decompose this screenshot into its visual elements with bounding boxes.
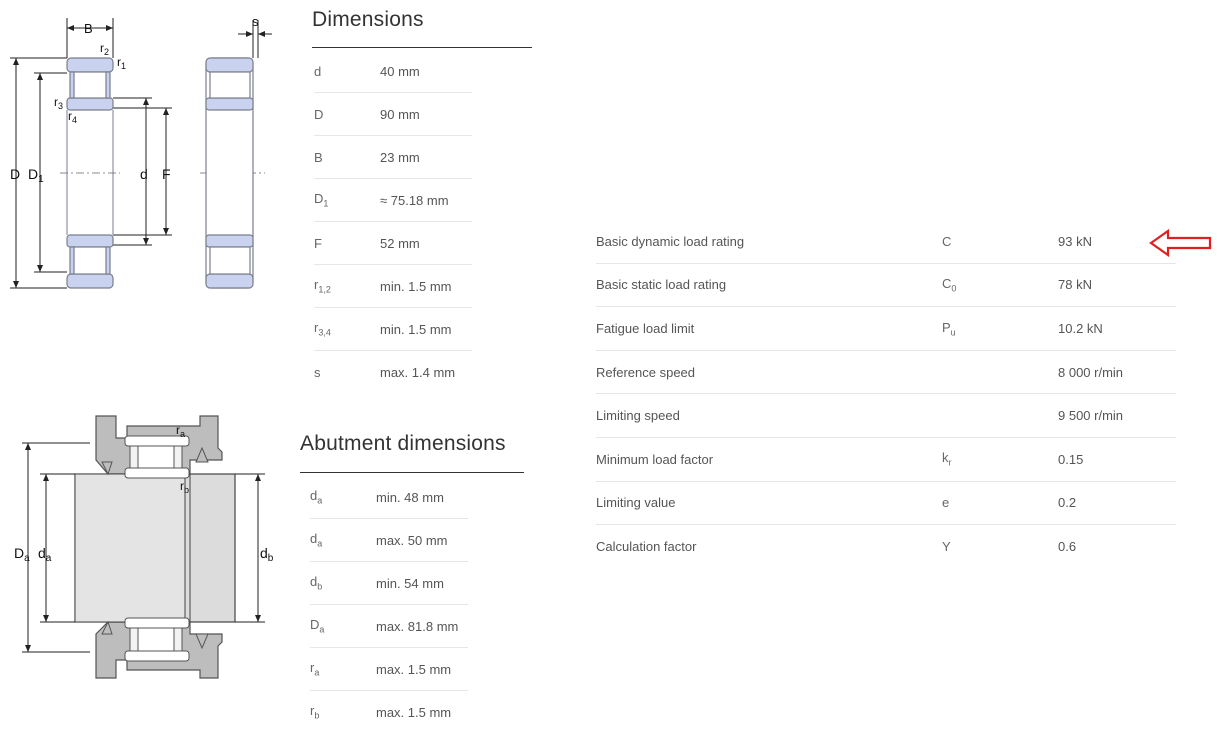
rating-value: 9 500 r/min: [1058, 394, 1176, 438]
rating-symbol: C0: [942, 263, 1058, 307]
label-r4: r4: [68, 109, 77, 125]
rating-symbol: [942, 394, 1058, 438]
rating-value: 8 000 r/min: [1058, 350, 1176, 394]
rating-name: Calculation factor: [596, 525, 942, 568]
rating-value: 10.2 kN: [1058, 307, 1176, 351]
table-row: rbmax. 1.5 mm: [310, 691, 468, 733]
dimension-symbol: db: [310, 562, 376, 605]
table-row: Basic static load ratingC078 kN: [596, 263, 1176, 307]
rating-value: 78 kN: [1058, 263, 1176, 307]
dimension-value: min. 54 mm: [376, 562, 468, 605]
rating-name: Limiting speed: [596, 394, 942, 438]
table-row: Reference speed 8 000 r/min: [596, 350, 1176, 394]
abutment-title: Abutment dimensions: [300, 432, 506, 456]
dimension-value: min. 1.5 mm: [380, 308, 472, 351]
dimension-symbol: rb: [310, 691, 376, 733]
label-D: D: [10, 166, 20, 182]
label-B: B: [84, 21, 93, 36]
dimension-value: min. 48 mm: [376, 476, 468, 519]
dimension-value: 23 mm: [380, 136, 472, 179]
table-row: Limiting valuee0.2: [596, 481, 1176, 525]
dimension-symbol: da: [310, 476, 376, 519]
dimension-value: max. 1.5 mm: [376, 691, 468, 733]
rating-symbol: Y: [942, 525, 1058, 568]
dimension-symbol: r3,4: [314, 308, 380, 351]
table-row: Damax. 81.8 mm: [310, 605, 468, 648]
dimension-symbol: B: [314, 136, 380, 179]
dimension-value: 52 mm: [380, 222, 472, 265]
table-row: Fatigue load limitPu10.2 kN: [596, 307, 1176, 351]
dimension-symbol: ra: [310, 648, 376, 691]
label-r2: r2: [100, 41, 109, 57]
dimension-symbol: Da: [310, 605, 376, 648]
rating-symbol: Pu: [942, 307, 1058, 351]
rating-name: Minimum load factor: [596, 437, 942, 481]
dimensions-title-rule: [312, 47, 532, 48]
rating-symbol: e: [942, 481, 1058, 525]
dimension-symbol: D: [314, 93, 380, 136]
table-row: D1≈ 75.18 mm: [314, 179, 472, 222]
dimension-value: max. 1.4 mm: [380, 351, 472, 394]
rating-symbol: kr: [942, 437, 1058, 481]
label-D1: D1: [28, 166, 44, 185]
rating-value: 0.6: [1058, 525, 1176, 568]
rating-symbol: [942, 350, 1058, 394]
dimension-symbol: r1,2: [314, 265, 380, 308]
table-row: damin. 48 mm: [310, 476, 468, 519]
label-da: da: [38, 545, 52, 564]
dimension-value: 90 mm: [380, 93, 472, 136]
dimension-symbol: da: [310, 519, 376, 562]
red-outline-arrow-left-icon: [1148, 228, 1214, 258]
dimensions-table: d40 mmD90 mmB23 mmD1≈ 75.18 mmF52 mmr1,2…: [314, 50, 472, 393]
rating-value: 0.2: [1058, 481, 1176, 525]
load-ratings-table: Basic dynamic load ratingC93 kNBasic sta…: [596, 220, 1176, 568]
dimensions-title: Dimensions: [312, 8, 424, 32]
label-s: s: [252, 14, 259, 29]
table-row: F52 mm: [314, 222, 472, 265]
abutment-drawing: ra rb Da da db: [0, 408, 300, 698]
abutment-title-rule: [300, 472, 524, 473]
table-row: smax. 1.4 mm: [314, 351, 472, 394]
label-F: F: [162, 166, 171, 182]
bearing-cross-section-drawing: B s r2 r1 r3 r4 D D1 d F: [0, 0, 300, 300]
dimension-symbol: F: [314, 222, 380, 265]
dimension-value: min. 1.5 mm: [380, 265, 472, 308]
table-row: D90 mm: [314, 93, 472, 136]
rating-name: Basic dynamic load rating: [596, 220, 942, 263]
dimension-symbol: D1: [314, 179, 380, 222]
dimension-symbol: d: [314, 50, 380, 93]
dimension-value: ≈ 75.18 mm: [380, 179, 472, 222]
dimension-value: max. 50 mm: [376, 519, 468, 562]
table-row: B23 mm: [314, 136, 472, 179]
dimension-symbol: s: [314, 351, 380, 394]
table-row: d40 mm: [314, 50, 472, 93]
dimension-value: 40 mm: [380, 50, 472, 93]
table-row: damax. 50 mm: [310, 519, 468, 562]
dimension-value: max. 81.8 mm: [376, 605, 468, 648]
table-row: r3,4min. 1.5 mm: [314, 308, 472, 351]
rating-symbol: C: [942, 220, 1058, 263]
label-db: db: [260, 545, 274, 564]
table-row: ramax. 1.5 mm: [310, 648, 468, 691]
rating-name: Basic static load rating: [596, 263, 942, 307]
table-row: Basic dynamic load ratingC93 kN: [596, 220, 1176, 263]
table-row: Limiting speed 9 500 r/min: [596, 394, 1176, 438]
rating-value: 0.15: [1058, 437, 1176, 481]
table-row: Minimum load factorkr0.15: [596, 437, 1176, 481]
rating-name: Fatigue load limit: [596, 307, 942, 351]
table-row: r1,2min. 1.5 mm: [314, 265, 472, 308]
rating-name: Reference speed: [596, 350, 942, 394]
label-ra: ra: [176, 423, 185, 439]
label-d: d: [140, 166, 148, 182]
label-r3: r3: [54, 95, 63, 111]
table-row: Calculation factorY0.6: [596, 525, 1176, 568]
rating-name: Limiting value: [596, 481, 942, 525]
table-row: dbmin. 54 mm: [310, 562, 468, 605]
label-r1: r1: [117, 55, 126, 71]
abutment-table: damin. 48 mmdamax. 50 mmdbmin. 54 mmDama…: [310, 476, 468, 733]
dimension-value: max. 1.5 mm: [376, 648, 468, 691]
